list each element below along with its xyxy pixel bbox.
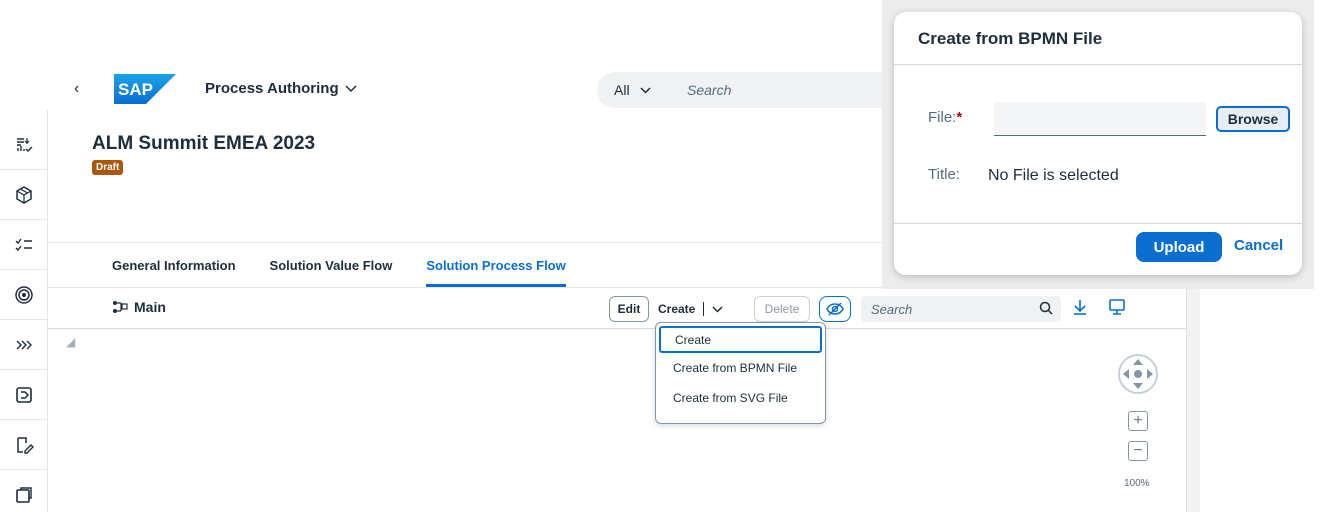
target-icon[interactable] [0,270,48,320]
pan-control[interactable] [1112,348,1164,400]
browse-button[interactable]: Browse [1216,106,1290,132]
search-scope-select[interactable]: All [614,82,651,98]
chevron-down-icon[interactable] [712,305,723,313]
required-marker: * [956,109,963,126]
tab-solution-value-flow[interactable]: Solution Value Flow [270,258,393,287]
file-label: File:* [928,109,962,126]
divider [894,223,1302,224]
dialog-backdrop: Create from BPMN File File:* Browse Titl… [882,0,1314,289]
checklist-icon[interactable] [0,220,48,270]
create-split-button[interactable]: Create [658,296,723,322]
divider [48,328,1188,329]
edit-document-icon[interactable] [0,420,48,470]
edit-button[interactable]: Edit [609,296,649,322]
process-diagram-icon [113,301,128,313]
hide-button[interactable] [819,296,851,322]
shell-search-input[interactable]: Search [687,82,731,98]
shell-search[interactable]: All Search [597,72,897,108]
create-button[interactable]: Create [658,302,695,316]
requirements-icon[interactable] [0,120,48,170]
solution-cube-icon[interactable] [0,170,48,220]
zoom-out-button[interactable]: − [1128,441,1148,461]
sap-logo[interactable]: SAP [114,74,176,104]
cancel-button[interactable]: Cancel [1234,237,1283,254]
resize-handle-icon[interactable]: ◢ [66,335,75,349]
tab-general-information[interactable]: General Information [112,258,236,287]
chevron-down-icon [640,86,651,94]
file-label-text: File: [928,109,957,126]
search-icon[interactable] [1039,301,1053,315]
chevron-down-icon [345,84,357,92]
create-menu: Create Create from BPMN File Create from… [655,322,826,424]
title-label: Title: [928,166,960,183]
create-from-bpmn-dialog: Create from BPMN File File:* Browse Titl… [894,12,1302,275]
diagram-search-input[interactable]: Search [861,296,1061,322]
process-step-icon[interactable] [0,370,48,420]
svg-text:SAP: SAP [118,80,153,99]
title-value: No File is selected [988,167,1119,184]
menu-item-create-from-svg[interactable]: Create from SVG File [659,383,822,413]
file-field[interactable] [994,102,1206,136]
search-scope-label: All [614,82,630,98]
tab-solution-process-flow[interactable]: Solution Process Flow [426,258,567,287]
zoom-in-button[interactable]: + [1128,411,1148,431]
upload-button[interactable]: Upload [1136,232,1222,262]
chevrons-right-icon[interactable] [0,320,48,370]
page-title: ALM Summit EMEA 2023 [92,133,316,154]
status-badge: Draft [92,160,124,175]
divider [894,64,1302,65]
back-button[interactable]: ‹ [74,80,79,98]
menu-item-create[interactable]: Create [659,326,822,353]
app-title: Process Authoring [205,80,339,97]
presentation-icon[interactable] [1108,298,1126,316]
delete-button[interactable]: Delete [754,296,810,322]
zoom-level: 100% [1124,478,1150,489]
menu-item-create-from-bpmn[interactable]: Create from BPMN File [659,353,822,383]
diagram-search-placeholder: Search [871,302,913,317]
side-navigation [0,110,48,512]
right-panel-scrollbar[interactable] [1186,288,1200,512]
app-title-menu[interactable]: Process Authoring [205,80,357,97]
separator [703,302,705,316]
hide-icon [826,302,844,316]
diagram-title-label: Main [134,299,166,315]
tab-bar: General Information Solution Value Flow … [112,258,600,287]
download-icon[interactable] [1072,298,1088,316]
diagram-title: Main [112,299,166,315]
dialog-title: Create from BPMN File [918,29,1103,48]
document-icon[interactable] [0,470,48,512]
